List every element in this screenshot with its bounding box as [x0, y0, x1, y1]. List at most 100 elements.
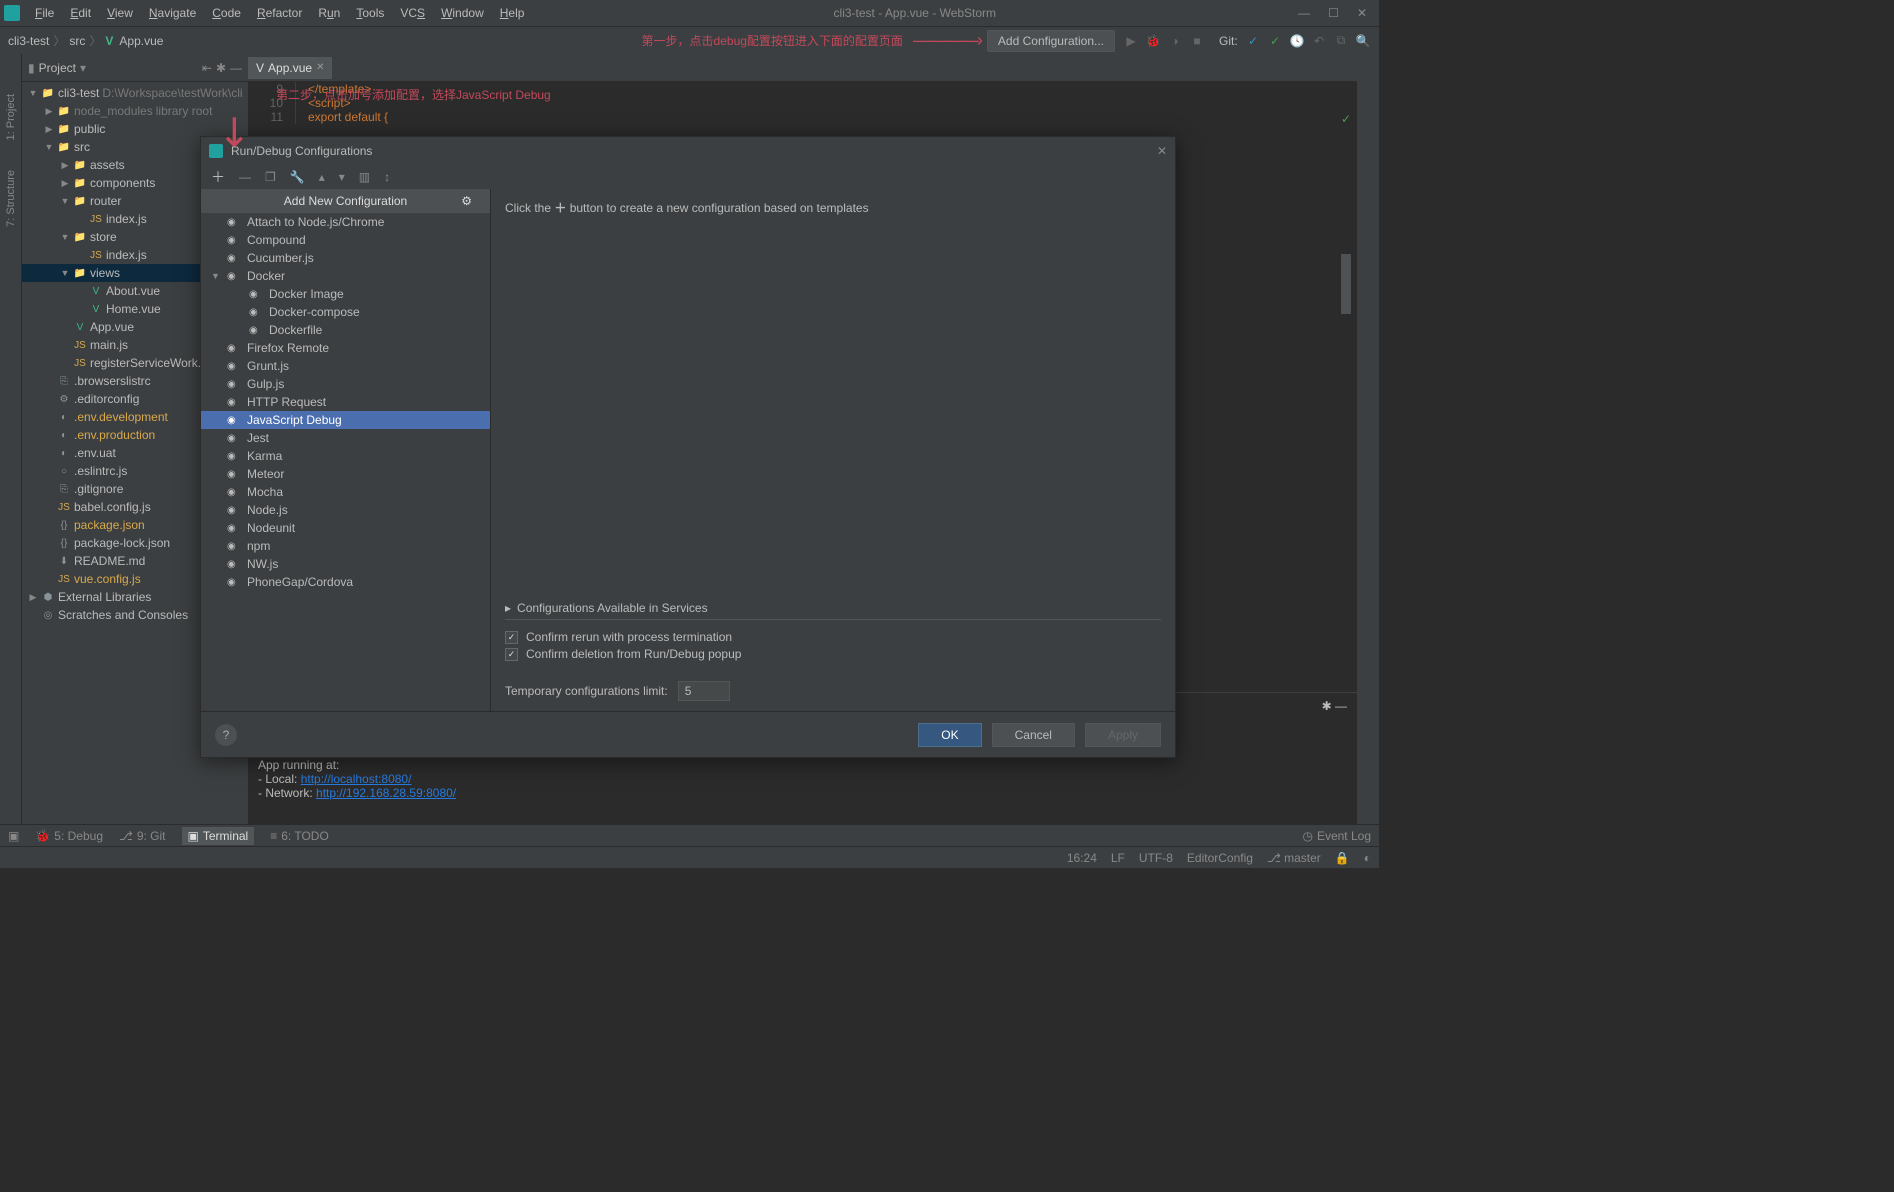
config-type-item[interactable]: ◉Meteor: [201, 465, 490, 483]
run-icon[interactable]: ▶: [1123, 34, 1139, 48]
temp-limit-input[interactable]: [678, 681, 730, 701]
tool-tab-icon[interactable]: ▣: [8, 829, 19, 843]
main-menu: File Edit View Navigate Code Refactor Ru…: [28, 3, 531, 23]
status-branch[interactable]: ⎇ master: [1267, 851, 1321, 865]
tree-item[interactable]: ▶📁node_modules library root: [22, 102, 248, 120]
tab-label: App.vue: [268, 61, 312, 75]
stop-icon[interactable]: ■: [1189, 34, 1205, 48]
minimize-icon[interactable]: —: [1298, 6, 1310, 20]
chevron-down-icon[interactable]: ▾: [80, 61, 86, 75]
wrench-icon[interactable]: 🔧: [290, 170, 305, 184]
scrollbar[interactable]: [1341, 254, 1351, 314]
git-history-icon[interactable]: 🕓: [1289, 34, 1305, 48]
add-button[interactable]: ＋: [211, 167, 225, 187]
coverage-icon[interactable]: ◑: [1167, 34, 1183, 48]
config-type-item[interactable]: ◉PhoneGap/Cordova: [201, 573, 490, 591]
menu-code[interactable]: Code: [205, 3, 248, 23]
add-config-header: Add New Configuration ⚙: [201, 189, 490, 213]
config-type-item[interactable]: ◉Node.js: [201, 501, 490, 519]
breadcrumb-src[interactable]: src: [69, 34, 85, 48]
debug-tab[interactable]: 🐞 5: Debug: [35, 829, 103, 843]
add-configuration-button[interactable]: Add Configuration...: [987, 30, 1115, 52]
menu-navigate[interactable]: Navigate: [142, 3, 203, 23]
collapse-icon[interactable]: ⇤: [202, 61, 212, 75]
sidebar-tab-project[interactable]: 1: Project: [5, 94, 17, 140]
gear-icon[interactable]: ✱: [216, 61, 226, 75]
close-icon[interactable]: ✕: [1157, 144, 1167, 158]
status-lf[interactable]: LF: [1111, 851, 1125, 865]
tree-item[interactable]: ▼📁cli3-test D:\Workspace\testWork\cli: [22, 84, 248, 102]
menu-view[interactable]: View: [100, 3, 140, 23]
git-tab[interactable]: ⎇ 9: Git: [119, 829, 166, 843]
config-type-item[interactable]: ◉Dockerfile: [201, 321, 490, 339]
menu-help[interactable]: Help: [493, 3, 532, 23]
confirm-rerun-checkbox[interactable]: ✓Confirm rerun with process termination: [505, 630, 1161, 644]
git-commit-icon[interactable]: ✓: [1267, 34, 1283, 48]
config-type-item[interactable]: ▼◉Docker: [201, 267, 490, 285]
cancel-button[interactable]: Cancel: [992, 723, 1075, 747]
config-type-item[interactable]: ◉Docker-compose: [201, 303, 490, 321]
config-type-item[interactable]: ◉Grunt.js: [201, 357, 490, 375]
hide-icon[interactable]: —: [230, 61, 242, 75]
config-type-item[interactable]: ◉Gulp.js: [201, 375, 490, 393]
config-type-item[interactable]: ◉NW.js: [201, 555, 490, 573]
inspection-ok-icon[interactable]: ✓: [1341, 112, 1351, 126]
config-type-item[interactable]: ◉Docker Image: [201, 285, 490, 303]
status-icon[interactable]: ◐: [1364, 851, 1371, 865]
config-type-item[interactable]: ◉Mocha: [201, 483, 490, 501]
config-type-item[interactable]: ◉JavaScript Debug: [201, 411, 490, 429]
menu-edit[interactable]: Edit: [63, 3, 98, 23]
close-tab-icon[interactable]: ✕: [316, 62, 324, 73]
config-type-item[interactable]: ◉Firefox Remote: [201, 339, 490, 357]
terminal-link-network[interactable]: http://192.168.28.59:8080/: [316, 786, 456, 800]
config-type-item[interactable]: ◉Jest: [201, 429, 490, 447]
maximize-icon[interactable]: ☐: [1328, 6, 1339, 20]
up-icon[interactable]: ▴: [319, 170, 325, 184]
menu-vcs[interactable]: VCS: [393, 3, 432, 23]
git-revert-icon[interactable]: ↶: [1311, 34, 1327, 48]
config-type-item[interactable]: ◉Attach to Node.js/Chrome: [201, 213, 490, 231]
apply-button[interactable]: Apply: [1085, 723, 1161, 747]
copy-button[interactable]: ❐: [265, 170, 276, 184]
config-type-item[interactable]: ◉Compound: [201, 231, 490, 249]
gear-icon[interactable]: ⚙: [461, 194, 472, 208]
config-type-item[interactable]: ◉Cucumber.js: [201, 249, 490, 267]
search-icon[interactable]: 🔍: [1355, 34, 1371, 48]
config-type-item[interactable]: ◉HTTP Request: [201, 393, 490, 411]
lock-icon[interactable]: 🔒: [1335, 851, 1350, 865]
gear-icon[interactable]: ✱ —: [1322, 699, 1347, 713]
project-panel-title[interactable]: Project: [39, 61, 76, 75]
ide-frame-icon[interactable]: ⧉: [1333, 33, 1349, 48]
debug-icon[interactable]: 🐞: [1145, 34, 1161, 48]
breadcrumb-project[interactable]: cli3-test: [8, 34, 49, 48]
event-log-tab[interactable]: ◷ Event Log: [1302, 829, 1371, 843]
tab-appvue[interactable]: V App.vue ✕: [248, 57, 332, 79]
menu-run[interactable]: Run: [311, 3, 347, 23]
sort-icon[interactable]: ↕: [384, 170, 390, 184]
git-update-icon[interactable]: ✓: [1245, 34, 1261, 48]
help-button[interactable]: ?: [215, 724, 237, 746]
configs-available-section[interactable]: ▸ Configurations Available in Services: [505, 601, 1161, 620]
menu-refactor[interactable]: Refactor: [250, 3, 309, 23]
menu-file[interactable]: File: [28, 3, 61, 23]
sidebar-tab-structure[interactable]: 7: Structure: [5, 170, 17, 227]
folder-icon[interactable]: ▥: [359, 170, 370, 184]
remove-button[interactable]: —: [239, 170, 251, 184]
terminal-tab[interactable]: ▣ Terminal: [182, 827, 255, 845]
config-type-item[interactable]: ◉npm: [201, 537, 490, 555]
status-editorconfig[interactable]: EditorConfig: [1187, 851, 1253, 865]
down-icon[interactable]: ▾: [339, 170, 345, 184]
status-charset[interactable]: UTF-8: [1139, 851, 1173, 865]
ok-button[interactable]: OK: [918, 723, 981, 747]
config-type-list[interactable]: ◉Attach to Node.js/Chrome◉Compound◉Cucum…: [201, 213, 490, 711]
confirm-delete-checkbox[interactable]: ✓Confirm deletion from Run/Debug popup: [505, 647, 1161, 661]
breadcrumb-file[interactable]: App.vue: [119, 34, 163, 48]
close-icon[interactable]: ✕: [1357, 6, 1367, 20]
config-type-item[interactable]: ◉Karma: [201, 447, 490, 465]
todo-tab[interactable]: ≡ 6: TODO: [270, 829, 329, 843]
menu-tools[interactable]: Tools: [349, 3, 391, 23]
terminal-link-local[interactable]: http://localhost:8080/: [301, 772, 412, 786]
dialog-title: Run/Debug Configurations: [231, 144, 372, 158]
config-type-item[interactable]: ◉Nodeunit: [201, 519, 490, 537]
menu-window[interactable]: Window: [434, 3, 491, 23]
